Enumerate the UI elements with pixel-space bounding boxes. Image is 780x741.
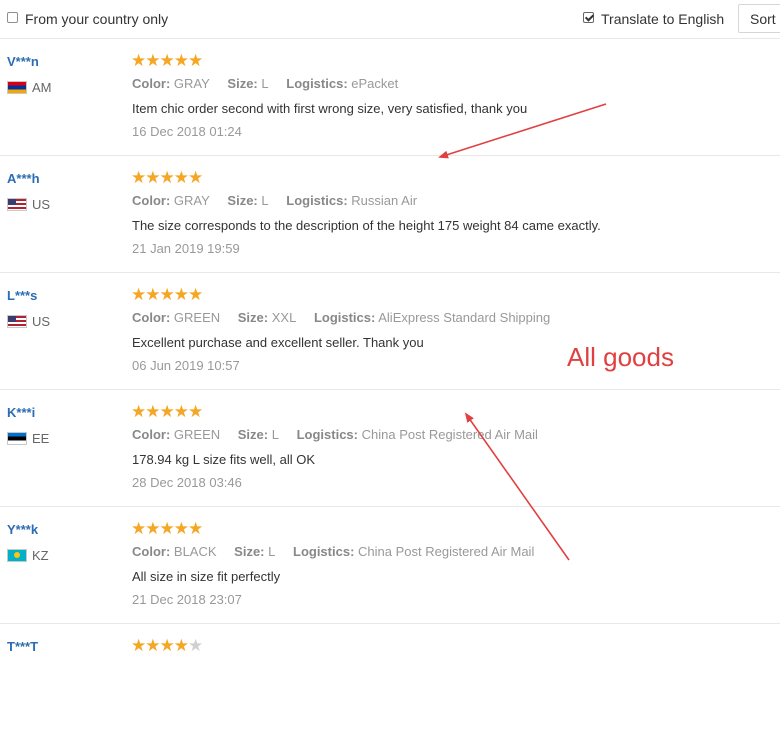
- logistics-value: Russian Air: [351, 193, 418, 208]
- star-rating: ★★★★★: [131, 402, 203, 421]
- reviewer-country: EE: [32, 431, 50, 446]
- star-rating: ★★★★★: [131, 285, 203, 304]
- color-value: GRAY: [173, 76, 210, 91]
- flag-us-icon: [7, 315, 27, 328]
- review-date: 28 Dec 2018 03:46: [132, 475, 242, 490]
- size-value: L: [261, 76, 269, 91]
- review-meta: Color: GREEN Size: L Logistics: China Po…: [132, 427, 538, 442]
- star-rating: ★★★★★: [131, 168, 203, 187]
- reviewer-name[interactable]: V***n: [7, 54, 39, 69]
- size-value: L: [271, 427, 279, 442]
- reviewer-country: US: [32, 197, 51, 212]
- review-item: K***i EE ★★★★★ Color: GREEN Size: L Logi…: [0, 390, 780, 507]
- translate-label[interactable]: Translate to English: [601, 11, 724, 27]
- color-value: GRAY: [173, 193, 210, 208]
- reviewer-country: KZ: [32, 548, 49, 563]
- flag-kz-icon: [7, 549, 27, 562]
- review-text: 178.94 kg L size fits well, all OK: [132, 452, 316, 467]
- review-date: 16 Dec 2018 01:24: [132, 124, 242, 139]
- star-rating: ★★★★★: [131, 519, 203, 538]
- translate-checkbox[interactable]: [583, 12, 594, 23]
- star-rating: ★★★★★: [131, 636, 203, 655]
- color-value: BLACK: [173, 544, 217, 559]
- reviewer-name[interactable]: A***h: [7, 171, 40, 186]
- review-text: The size corresponds to the description …: [132, 218, 601, 233]
- logistics-value: China Post Registered Air Mail: [358, 544, 535, 559]
- country-only-label[interactable]: From your country only: [25, 11, 168, 27]
- review-meta: Color: GREEN Size: XXL Logistics: AliExp…: [132, 310, 551, 325]
- size-value: L: [268, 544, 276, 559]
- review-item: T***T ★★★★★: [0, 624, 780, 741]
- annotation-text: All goods: [567, 342, 674, 372]
- review-date: 06 Jun 2019 10:57: [132, 358, 240, 373]
- country-only-checkbox[interactable]: [7, 12, 18, 23]
- review-item: Y***k KZ ★★★★★ Color: BLACK Size: L Logi…: [0, 507, 780, 624]
- logistics-value: ePacket: [351, 76, 399, 91]
- size-value: L: [261, 193, 269, 208]
- star-rating: ★★★★★: [131, 51, 203, 70]
- review-text: Excellent purchase and excellent seller.…: [132, 335, 424, 350]
- size-value: XXL: [271, 310, 297, 325]
- filter-bar: From your country only Translate to Engl…: [0, 0, 780, 39]
- review-item: A***h US ★★★★★ Color: GRAY Size: L Logis…: [0, 156, 780, 273]
- review-date: 21 Jan 2019 19:59: [132, 241, 240, 256]
- review-date: 21 Dec 2018 23:07: [132, 592, 242, 607]
- color-value: GREEN: [173, 310, 221, 325]
- review-text: Item chic order second with first wrong …: [132, 101, 528, 116]
- review-text: All size in size fit perfectly: [132, 569, 281, 584]
- sort-dropdown[interactable]: Sort by: [738, 4, 780, 33]
- reviewer-name[interactable]: Y***k: [7, 522, 38, 537]
- flag-us-icon: [7, 198, 27, 211]
- reviewer-name[interactable]: K***i: [7, 405, 35, 420]
- reviewer-country: US: [32, 314, 51, 329]
- reviewer-name[interactable]: T***T: [7, 639, 38, 654]
- flag-am-icon: [7, 81, 27, 94]
- review-meta: Color: GRAY Size: L Logistics: Russian A…: [132, 193, 418, 208]
- review-item: V***n AM ★★★★★ Color: GRAY Size: L Logis…: [0, 39, 780, 156]
- review-meta: Color: BLACK Size: L Logistics: China Po…: [132, 544, 535, 559]
- reviewer-country: AM: [32, 80, 52, 95]
- review-meta: Color: GRAY Size: L Logistics: ePacket: [132, 76, 399, 91]
- logistics-value: AliExpress Standard Shipping: [378, 310, 551, 325]
- reviewer-name[interactable]: L***s: [7, 288, 37, 303]
- flag-ee-icon: [7, 432, 27, 445]
- logistics-value: China Post Registered Air Mail: [361, 427, 538, 442]
- color-value: GREEN: [173, 427, 221, 442]
